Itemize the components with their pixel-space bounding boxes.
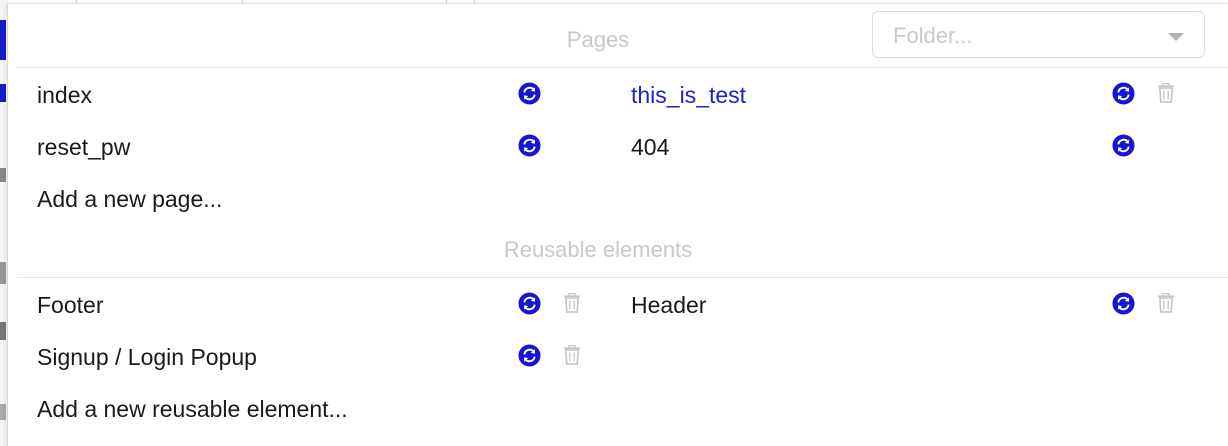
sync-circle-icon[interactable] <box>1112 134 1135 157</box>
background-app-fragment <box>0 20 6 60</box>
sync-circle-icon[interactable] <box>1112 292 1135 315</box>
page-item-this-is-test[interactable]: this_is_test <box>631 82 746 109</box>
page-item-404[interactable]: 404 <box>631 134 669 161</box>
reusable-item-header[interactable]: Header <box>631 292 706 319</box>
trash-icon[interactable] <box>563 345 581 365</box>
background-app-fragment <box>0 322 6 340</box>
background-app-fragment <box>0 84 6 102</box>
trash-icon[interactable] <box>1157 293 1175 313</box>
sync-circle-icon[interactable] <box>518 82 541 105</box>
trash-icon[interactable] <box>563 293 581 313</box>
background-app-fragment <box>0 262 6 284</box>
sync-circle-icon[interactable] <box>518 292 541 315</box>
page-item-index[interactable]: index <box>37 82 92 109</box>
reusable-item-footer[interactable]: Footer <box>37 292 103 319</box>
pages-dropdown-panel: Pages Folder... index this_is_test reset… <box>7 3 1228 446</box>
sync-circle-icon[interactable] <box>518 134 541 157</box>
reusable-divider <box>17 277 1228 278</box>
app-stage: Pages Folder... index this_is_test reset… <box>0 0 1228 446</box>
folder-select-placeholder: Folder... <box>893 23 973 48</box>
folder-select[interactable]: Folder... <box>872 11 1205 58</box>
sync-circle-icon[interactable] <box>518 344 541 367</box>
add-new-page-link[interactable]: Add a new page... <box>37 186 222 213</box>
pages-divider <box>17 67 1228 68</box>
chevron-down-icon <box>1168 33 1184 41</box>
background-app-fragment <box>0 404 6 420</box>
background-app-fragment <box>0 168 6 182</box>
trash-icon[interactable] <box>1157 83 1175 103</box>
add-new-reusable-element-link[interactable]: Add a new reusable element... <box>37 396 348 423</box>
sync-circle-icon[interactable] <box>1112 82 1135 105</box>
reusable-item-signup-login-popup[interactable]: Signup / Login Popup <box>37 344 257 371</box>
reusable-elements-section-title: Reusable elements <box>503 237 693 262</box>
page-item-reset-pw[interactable]: reset_pw <box>37 134 130 161</box>
